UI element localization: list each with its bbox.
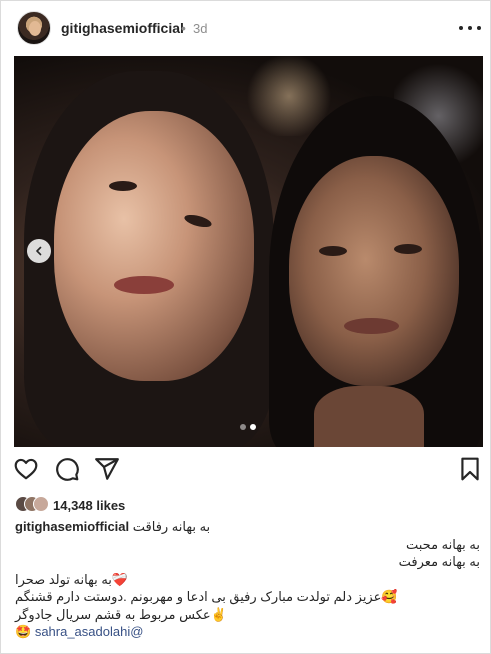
liker-avatars[interactable] (15, 496, 51, 514)
caption-text: عکس مربوط به قشم سریال جادوگر (15, 606, 211, 622)
instagram-post: gitighasemiofficial • 3d 14,348 likes gi… (0, 0, 491, 654)
likes-count[interactable]: 14,348 likes (53, 498, 125, 513)
comment-icon[interactable] (54, 456, 80, 482)
separator-dot: • (181, 20, 186, 36)
post-header: gitighasemiofficial • 3d (1, 1, 491, 56)
caption-line-2: به بهانه محبت (405, 536, 480, 552)
mention-link[interactable]: sahra_asadolahi@ (35, 624, 144, 639)
caption-line-4: به بهانه تولد صحرا❤️‍🩹 (15, 571, 480, 589)
likes-row: 14,348 likes (15, 495, 125, 515)
heart-icon[interactable] (13, 456, 39, 482)
action-bar (1, 456, 491, 486)
chevron-left-icon[interactable] (27, 239, 51, 263)
caption-line-6: عکس مربوط به قشم سریال جادوگر✌️ (15, 606, 480, 624)
carousel-dot (240, 424, 246, 430)
mending-heart-icon: ❤️‍🩹 (111, 571, 129, 587)
star-struck-icon: 🤩 (15, 624, 32, 639)
caption-text: عزیز دلم تولدت مبارک رفیق بی ادعا و مهرب… (15, 589, 382, 604)
caption-line-7: 🤩 sahra_asadolahi@ (15, 623, 480, 641)
carousel-dot-active (250, 424, 256, 430)
caption-line-1: gitighasemiofficial به بهانه رفاقت (15, 518, 480, 536)
caption-line-5: عزیز دلم تولدت مبارک رفیق بی ادعا و مهرب… (15, 588, 480, 606)
post-photo[interactable] (14, 56, 483, 447)
caption-username[interactable]: gitighasemiofficial (15, 519, 129, 534)
smiling-hearts-icon: 🥰 (381, 589, 398, 604)
victory-hand-icon: ✌️ (210, 606, 227, 622)
post-time[interactable]: 3d (193, 21, 207, 36)
caption-text: به بهانه تولد صحرا (15, 571, 112, 587)
carousel-indicator (240, 424, 256, 430)
avatar[interactable] (17, 11, 51, 45)
share-icon[interactable] (94, 456, 120, 482)
bookmark-icon[interactable] (457, 456, 483, 482)
caption: gitighasemiofficial به بهانه رفاقت به به… (15, 518, 480, 641)
caption-line-3: به بهانه معرفت (398, 554, 480, 569)
caption-text: به بهانه رفاقت (132, 519, 211, 534)
username-link[interactable]: gitighasemiofficial (61, 20, 184, 36)
more-icon[interactable] (459, 17, 481, 39)
